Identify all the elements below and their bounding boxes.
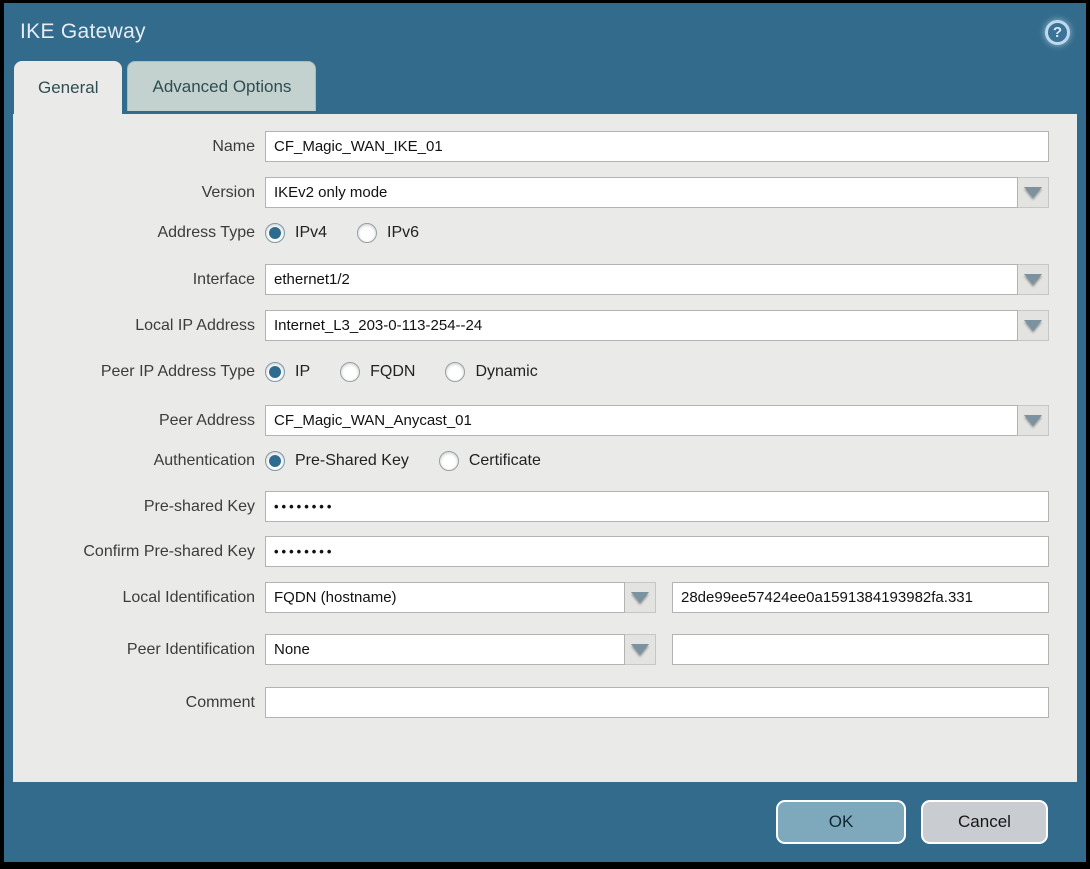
comment-input[interactable] <box>265 687 1049 718</box>
name-input[interactable] <box>265 131 1049 162</box>
tab-bar: General Advanced Options <box>4 61 1086 114</box>
local-ip-address-input[interactable] <box>265 310 1018 341</box>
interface-row: Interface <box>13 264 1049 295</box>
radio-ip-label: IP <box>295 363 311 380</box>
local-ip-address-dropdown-button[interactable] <box>1018 310 1049 341</box>
interface-input[interactable] <box>265 264 1018 295</box>
local-identification-label: Local Identification <box>122 588 255 606</box>
radio-option-dynamic[interactable]: Dynamic <box>445 362 538 382</box>
radio-ipv6-label: IPv6 <box>387 224 420 241</box>
local-identification-value-input[interactable] <box>672 582 1049 613</box>
pre-shared-key-label: Pre-shared Key <box>143 497 255 515</box>
chevron-down-icon <box>1024 187 1042 198</box>
version-dropdown-button[interactable] <box>1018 177 1049 208</box>
chevron-down-icon <box>1024 415 1042 426</box>
authentication-label: Authentication <box>153 452 255 469</box>
radio-option-ipv4[interactable]: IPv4 <box>265 223 327 243</box>
chevron-down-icon <box>1024 320 1042 331</box>
peer-address-row: Peer Address <box>13 405 1049 436</box>
peer-address-label: Peer Address <box>158 411 255 429</box>
radio-ip-icon[interactable] <box>265 362 285 382</box>
comment-row: Comment <box>13 687 1049 718</box>
cancel-button[interactable]: Cancel <box>921 800 1048 844</box>
radio-certificate-icon[interactable] <box>438 451 459 471</box>
peer-identification-dropdown-button[interactable] <box>625 634 656 665</box>
peer-address-dropdown <box>265 405 1049 436</box>
radio-fqdn-icon[interactable] <box>340 362 361 382</box>
local-identification-row: Local Identification <box>13 582 1049 613</box>
radio-option-ipv6[interactable]: IPv6 <box>357 223 419 243</box>
authentication-row: Authentication Pre-Shared Key Certificat… <box>13 451 1049 471</box>
version-dropdown <box>265 177 1049 208</box>
chevron-down-icon <box>1024 274 1042 285</box>
tab-general[interactable]: General <box>14 61 123 114</box>
peer-ip-address-type-row: Peer IP Address Type IP FQDN Dynamic <box>13 362 1049 382</box>
dialog-footer: OK Cancel <box>4 782 1086 862</box>
peer-identification-row: Peer Identification <box>13 634 1049 665</box>
address-type-label: Address Type <box>157 224 255 241</box>
local-ip-address-label: Local IP Address <box>135 316 255 334</box>
radio-certificate-label: Certificate <box>468 452 541 469</box>
local-ip-address-dropdown <box>265 310 1049 341</box>
chevron-down-icon <box>631 644 649 655</box>
confirm-pre-shared-key-row: Confirm Pre-shared Key <box>13 536 1049 567</box>
radio-pre-shared-key-icon[interactable] <box>265 451 285 471</box>
local-identification-dropdown-button[interactable] <box>625 582 656 613</box>
version-row: Version <box>13 177 1049 208</box>
peer-address-input[interactable] <box>265 405 1018 436</box>
dialog-title: IKE Gateway <box>20 20 146 43</box>
ok-button[interactable]: OK <box>776 800 906 844</box>
radio-option-ip[interactable]: IP <box>265 362 310 382</box>
radio-option-fqdn[interactable]: FQDN <box>340 362 415 382</box>
interface-dropdown-button[interactable] <box>1018 264 1049 295</box>
radio-dynamic-icon[interactable] <box>445 362 466 382</box>
confirm-pre-shared-key-label: Confirm Pre-shared Key <box>83 542 255 560</box>
dialog-titlebar: IKE Gateway ? <box>4 3 1086 61</box>
local-ip-address-row: Local IP Address <box>13 310 1049 341</box>
radio-ipv4-label: IPv4 <box>295 224 328 241</box>
help-icon[interactable]: ? <box>1045 19 1070 45</box>
tab-advanced-options[interactable]: Advanced Options <box>127 61 317 111</box>
interface-label: Interface <box>192 270 255 288</box>
peer-identification-type-dropdown <box>265 634 656 665</box>
version-input[interactable] <box>265 177 1018 208</box>
comment-label: Comment <box>185 693 255 711</box>
pre-shared-key-input[interactable] <box>265 491 1049 522</box>
radio-fqdn-label: FQDN <box>370 363 416 380</box>
radio-option-pre-shared-key[interactable]: Pre-Shared Key <box>265 451 409 471</box>
peer-address-dropdown-button[interactable] <box>1018 405 1049 436</box>
pre-shared-key-row: Pre-shared Key <box>13 491 1049 522</box>
local-identification-type-input[interactable] <box>265 582 625 613</box>
radio-ipv4-icon[interactable] <box>265 223 285 243</box>
peer-identification-value-input[interactable] <box>672 634 1049 665</box>
local-identification-type-dropdown <box>265 582 656 613</box>
ike-gateway-dialog: IKE Gateway ? General Advanced Options N… <box>4 3 1086 862</box>
name-row: Name <box>13 131 1049 162</box>
version-label: Version <box>201 183 255 201</box>
radio-ipv6-icon[interactable] <box>357 223 378 243</box>
name-label: Name <box>212 137 255 155</box>
peer-ip-address-type-label: Peer IP Address Type <box>100 363 255 380</box>
peer-identification-label: Peer Identification <box>126 640 255 658</box>
address-type-row: Address Type IPv4 IPv6 <box>13 223 1049 243</box>
general-tab-panel: Name Version Address Type <box>13 114 1077 782</box>
radio-pre-shared-key-label: Pre-Shared Key <box>295 452 409 469</box>
radio-option-certificate[interactable]: Certificate <box>438 451 541 471</box>
confirm-pre-shared-key-input[interactable] <box>265 536 1049 567</box>
radio-dynamic-label: Dynamic <box>475 363 538 380</box>
chevron-down-icon <box>631 592 649 603</box>
interface-dropdown <box>265 264 1049 295</box>
peer-identification-type-input[interactable] <box>265 634 625 665</box>
